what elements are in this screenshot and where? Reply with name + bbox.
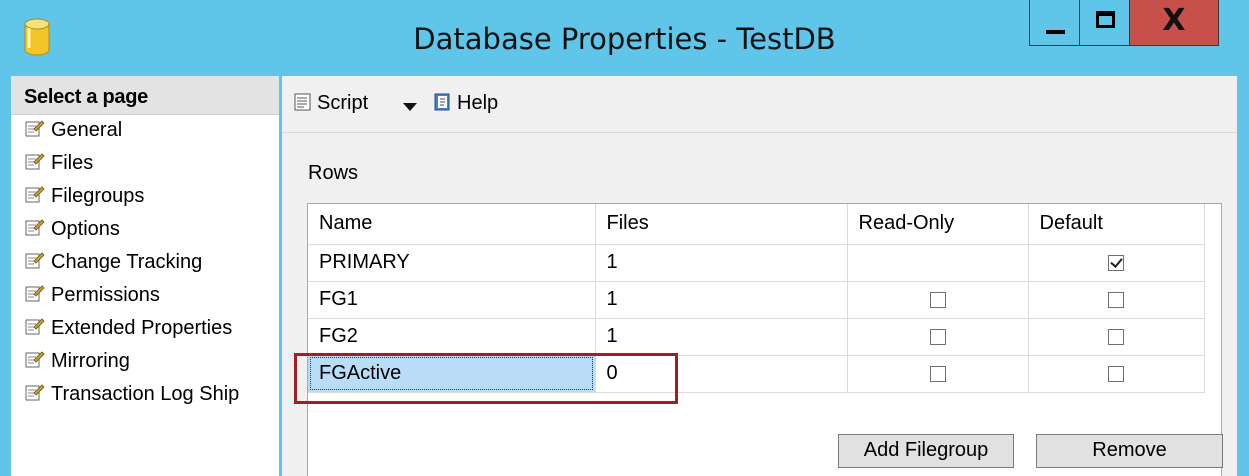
page-selector: Select a page General Files Filegroups Opti… [11,76,279,476]
maximize-button[interactable] [1079,0,1130,46]
read-only-checkbox[interactable] [929,328,946,345]
page-wrench-icon [25,120,45,137]
read-only-cell [847,244,1029,282]
page-item-label: General [51,119,123,141]
table-row[interactable]: PRIMARY 1 [308,244,1205,282]
help-label: Help [457,92,499,114]
page-wrench-icon [25,384,45,401]
page-item-label: Files [51,152,94,174]
page-wrench-icon [25,153,45,170]
column-header-name[interactable]: Name [308,204,596,245]
rows-section-label: Rows [308,162,359,184]
page-wrench-icon [25,318,45,335]
script-label: Script [317,92,369,114]
filegroup-name-cell[interactable]: FG2 [308,318,596,356]
page-item-general[interactable]: General [25,119,122,151]
close-icon: X [1162,3,1186,38]
read-only-checkbox[interactable] [929,291,946,308]
read-only-cell [847,318,1029,356]
title-bar: Database Properties - TestDB X [0,0,1249,76]
page-wrench-icon [25,252,45,269]
read-only-cell [847,355,1029,393]
default-checkbox[interactable] [1108,328,1124,345]
page-item-filegroups[interactable]: Filegroups [25,185,145,217]
column-header-read-only[interactable]: Read-Only [847,204,1029,245]
grid-header-row: Name Files Read-Only Default [308,204,1205,245]
script-dropdown-arrow-icon[interactable] [403,103,417,111]
minimize-icon [1046,30,1065,34]
read-only-checkbox[interactable] [929,365,946,382]
page-item-label: Change Tracking [51,251,203,273]
window-title: Database Properties - TestDB [413,22,836,56]
page-item-files[interactable]: Files [25,152,93,184]
default-cell [1028,244,1205,282]
page-item-transaction-log-ship[interactable]: Transaction Log Ship [25,383,239,415]
page-item-label: Filegroups [51,185,145,207]
page-wrench-icon [25,219,45,236]
table-row[interactable]: FG1 1 [308,281,1205,319]
column-header-files[interactable]: Files [595,204,848,245]
table-row[interactable]: FG2 1 [308,318,1205,356]
page-item-mirroring[interactable]: Mirroring [25,350,130,382]
page-item-permissions[interactable]: Permissions [25,284,160,316]
filegroup-files-cell: 1 [595,244,848,282]
page-item-label: Options [51,218,120,240]
page-item-change-tracking[interactable]: Change Tracking [25,251,202,283]
help-button[interactable]: Help [433,92,498,115]
toolbar: Script Help [282,76,1237,133]
help-book-icon [434,93,450,111]
default-cell [1028,281,1205,319]
filegroup-name-cell[interactable]: FG1 [308,281,596,319]
maximize-icon [1096,11,1115,28]
default-checkbox[interactable] [1108,365,1124,382]
default-checkbox[interactable] [1108,291,1124,308]
default-checkbox[interactable] [1108,254,1124,271]
minimize-button[interactable] [1029,0,1080,46]
content-pane: Script Help Rows Name Files Read-Only De… [282,76,1237,476]
page-item-extended-properties[interactable]: Extended Properties [25,317,232,349]
column-header-default[interactable]: Default [1028,204,1205,245]
page-item-label: Transaction Log Ship [51,383,240,405]
script-button[interactable]: Script [293,92,368,115]
page-item-label: Mirroring [51,350,130,372]
page-wrench-icon [25,186,45,203]
add-filegroup-button[interactable]: Add Filegroup [838,434,1014,468]
page-wrench-icon [25,351,45,368]
default-cell [1028,318,1205,356]
filegroup-files-cell: 1 [595,281,848,319]
page-selector-title: Select a page [24,86,148,108]
default-cell [1028,355,1205,393]
close-button[interactable]: X [1129,0,1219,46]
highlight-box [294,353,678,404]
page-selector-header: Select a page [11,76,279,115]
page-item-label: Extended Properties [51,317,233,339]
page-item-options[interactable]: Options [25,218,120,250]
filegroup-files-cell: 1 [595,318,848,356]
page-item-label: Permissions [51,284,160,306]
page-wrench-icon [25,285,45,302]
database-icon [24,18,50,56]
script-icon [294,93,311,111]
remove-button[interactable]: Remove [1036,434,1223,468]
filegroup-name-cell[interactable]: PRIMARY [308,244,596,282]
read-only-cell [847,281,1029,319]
